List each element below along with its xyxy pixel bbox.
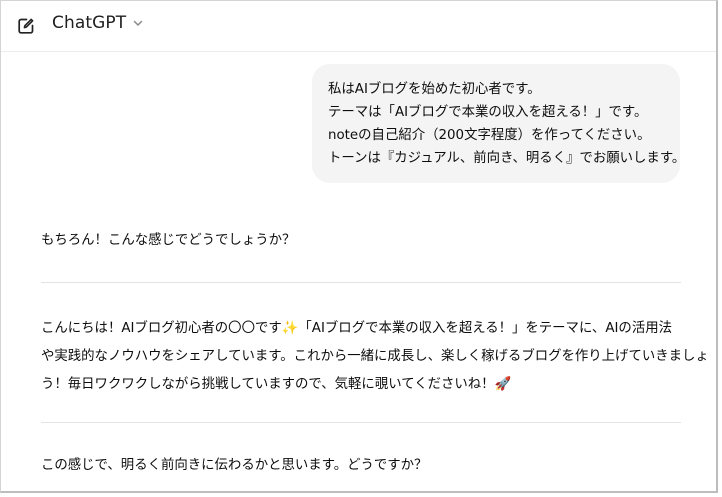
user-message-line: noteの自己紹介（200文字程度）を作ってください。 [328,128,651,143]
new-chat-button[interactable] [15,15,37,37]
bio-line: や実践的なノウハウをシェアしています。これから一緒に成長し、楽しく稼げるブログを… [41,349,709,364]
divider [41,282,681,283]
user-message-line: テーマは「AIブログで本業の収入を超える！」です。 [328,105,648,120]
chat-window: ChatGPT 私はAIブログを始めた初心者です。 テーマは「AIブログで本業の… [0,0,718,493]
user-message-line: 私はAIブログを始めた初心者です。 [328,82,541,97]
assistant-intro: もちろん！こんな感じでどうでしょうか？ [41,233,296,248]
chat-header: ChatGPT [1,1,716,52]
assistant-bio-text: こんにちは！AIブログ初心者の〇〇です✨「AIブログで本業の収入を超える！」をテ… [41,315,709,399]
chevron-down-icon [134,20,143,26]
model-name: ChatGPT [52,13,127,33]
divider [41,422,681,423]
user-message-bubble: 私はAIブログを始めた初心者です。 テーマは「AIブログで本業の収入を超える！」… [312,64,686,183]
new-chat-icon [18,18,34,34]
bio-line: う！毎日ワクワクしながら挑戦していますので、気軽に覗いてくださいね！🚀 [41,377,512,392]
bio-line: こんにちは！AIブログ初心者の〇〇です✨「AIブログで本業の収入を超える！」をテ… [41,321,672,336]
user-message-line: トーンは『カジュアル、前向き、明るく』でお願いします。 [328,151,686,166]
model-selector[interactable]: ChatGPT [52,13,144,33]
assistant-outro: この感じで、明るく前向きに伝わるかと思います。どうですか？ [41,458,428,473]
